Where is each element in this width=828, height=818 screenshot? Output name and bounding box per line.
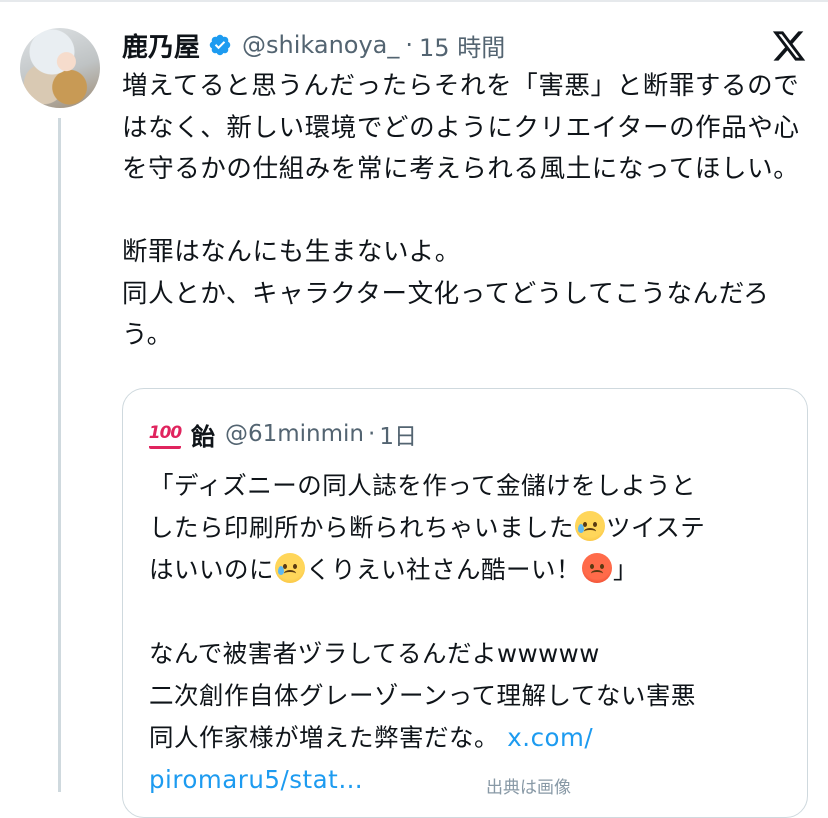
quoted-text-segment: くりえい社さん酷ーい！ xyxy=(306,555,581,584)
crying-face-emoji xyxy=(275,553,305,583)
quoted-time[interactable]: 1日 xyxy=(379,417,417,451)
quoted-blank-line xyxy=(149,591,789,633)
tweet-text: 増えてると思うんだったらそれを「害悪」と断罪するのではなく、新しい環境でどのよう… xyxy=(122,71,800,350)
quoted-line: はいいのに くりえい社さん酷ーい！ 」 xyxy=(149,549,789,591)
quoted-tweet-text: 「ディズニーの同人誌を作って金儲けをしようと したら印刷所から断られちゃいました… xyxy=(149,465,789,801)
quoted-line: 二次創作自体グレーゾーンって理解してない害悪 xyxy=(149,675,789,717)
hundred-points-emoji: 100 xyxy=(149,420,182,449)
avatar[interactable] xyxy=(20,28,100,108)
quoted-text-segment: 同人作家様が増えた弊害だな。 xyxy=(149,723,499,752)
user-handle[interactable]: @shikanoya_ xyxy=(242,31,399,59)
tweet-header: 鹿乃屋 @shikanoya_ · 15 時間 xyxy=(122,26,505,64)
quoted-text-segment: 二次創作自体グレーゾーンって理解してない害悪 xyxy=(149,681,696,710)
separator-dot: · xyxy=(368,421,376,447)
quoted-line: なんで被害者ヅラしてるんだよwwwww xyxy=(149,633,789,675)
display-name[interactable]: 鹿乃屋 xyxy=(122,27,200,64)
quoted-link[interactable]: piromaru5/stat… xyxy=(149,765,363,794)
quoted-text-segment: はいいのに xyxy=(149,555,274,584)
quoted-tweet-card[interactable]: 100 飴 @61minmin · 1日 「ディズニーの同人誌を作って金儲けをし… xyxy=(122,388,808,818)
quoted-text-segment: 「ディズニーの同人誌を作って金儲けをしようと xyxy=(149,471,697,500)
angry-face-emoji xyxy=(582,553,612,583)
x-logo-icon[interactable] xyxy=(770,28,808,64)
quoted-link[interactable]: x.com/ xyxy=(507,723,593,752)
thread-line xyxy=(58,118,61,792)
tweet-time[interactable]: 15 時間 xyxy=(419,28,505,63)
separator-dot: · xyxy=(405,31,414,59)
crying-face-emoji xyxy=(575,511,605,541)
quoted-handle[interactable]: @61minmin xyxy=(225,421,364,447)
quoted-line: 同人作家様が増えた弊害だな。 x.com/ xyxy=(149,717,789,759)
quoted-text-segment: したら印刷所から断られちゃいました xyxy=(149,513,574,542)
clipped-caption: 出典は画像 xyxy=(486,778,571,798)
quoted-line: 「ディズニーの同人誌を作って金儲けをしようと xyxy=(149,465,789,507)
quoted-text-segment: ツイステ xyxy=(606,513,706,542)
quoted-line: したら印刷所から断られちゃいました ツイステ xyxy=(149,507,789,549)
verified-badge-icon xyxy=(209,34,231,56)
quoted-text-segment: 」 xyxy=(613,555,638,584)
top-border xyxy=(0,0,828,2)
quoted-text-segment: なんで被害者ヅラしてるんだよwwwww xyxy=(149,639,600,668)
quoted-tweet-header: 100 飴 @61minmin · 1日 xyxy=(149,417,417,451)
quoted-display-name[interactable]: 飴 xyxy=(191,417,215,452)
quoted-line: piromaru5/stat… xyxy=(149,759,789,801)
